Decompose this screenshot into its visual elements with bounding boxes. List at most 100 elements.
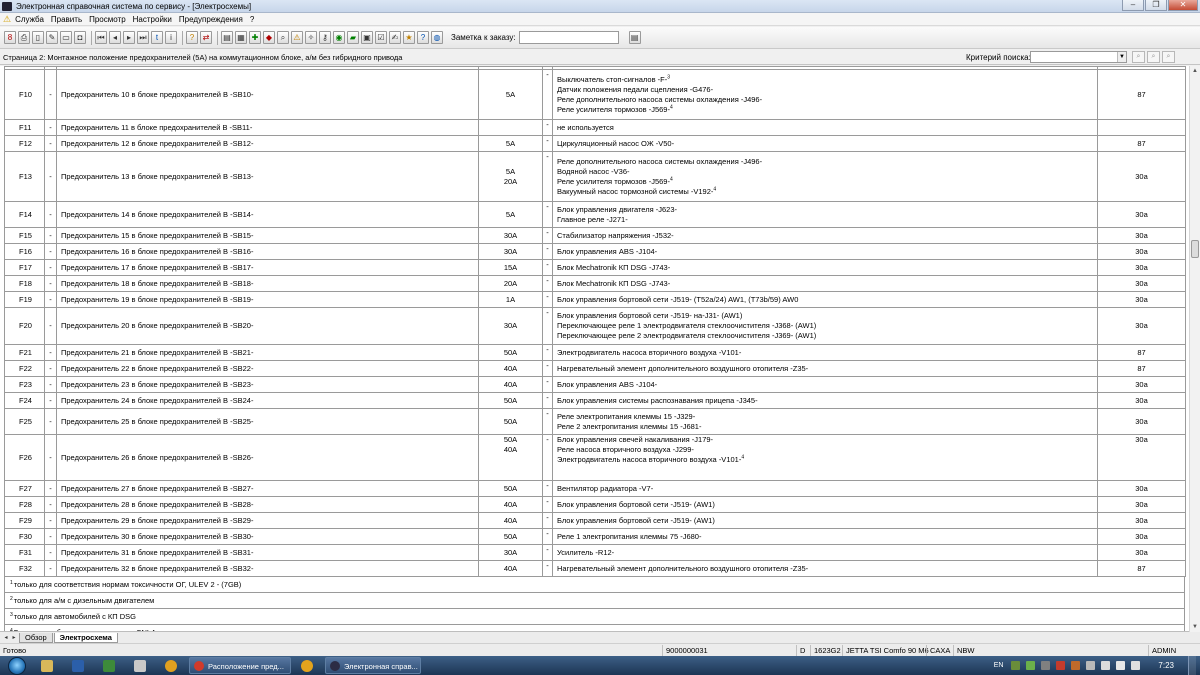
question-icon[interactable]: ? [417, 31, 429, 44]
car-icon[interactable]: ▭ [60, 31, 72, 44]
tray-app-icon[interactable] [1071, 661, 1081, 670]
calc-icon[interactable]: ▣ [361, 31, 373, 44]
book-icon[interactable]: ▤ [221, 31, 233, 44]
tab-wiring-diagram[interactable]: Электросхема [53, 633, 118, 643]
note-icon[interactable]: ✍ [389, 31, 401, 44]
game-icon[interactable] [158, 657, 184, 674]
tray-app-icon[interactable] [1041, 661, 1051, 670]
key-icon[interactable]: ⚷ [319, 31, 331, 44]
warning-icon: ⚠ [3, 13, 12, 24]
menu-help[interactable]: ? [250, 15, 254, 24]
dash-cell: - [44, 512, 57, 529]
tool-icon[interactable]: ✚ [249, 31, 261, 44]
order-note-input[interactable] [518, 31, 619, 44]
vertical-scrollbar[interactable]: ▲ ▼ [1189, 66, 1200, 632]
scrollbar-thumb[interactable] [1191, 240, 1199, 258]
search-forward-icon[interactable]: ⌕ [1162, 51, 1175, 63]
chrome-icon[interactable] [294, 657, 320, 674]
document-view[interactable]: F10- Предохранитель 10 в блоке предохрани… [0, 66, 1189, 632]
component-name: Реле 1 электропитания клеммы 75 -J680- [557, 531, 702, 541]
dash-cell: - [542, 344, 553, 361]
network-icon[interactable] [1116, 661, 1126, 670]
clock[interactable]: 7:23 [1158, 661, 1174, 670]
app-icon [194, 661, 204, 671]
task-electronic-reference[interactable]: Электронная справ... [325, 657, 421, 674]
search-criteria-select[interactable]: ▼ [1030, 51, 1127, 63]
refresh-icon[interactable]: ⇄ [200, 31, 212, 44]
grid-icon[interactable]: ▦ [235, 31, 247, 44]
wrench-icon[interactable]: ✧ [305, 31, 317, 44]
scroll-up-icon[interactable]: ▲ [1190, 66, 1200, 76]
fuse-description-cell: Предохранитель 16 в блоке предохранителе… [56, 243, 479, 260]
table-row: F23- Предохранитель 23 в блоке предохрани… [4, 376, 1186, 393]
nvidia-icon[interactable] [1026, 661, 1036, 670]
warning-icon[interactable]: ⚠ [291, 31, 303, 44]
menu-edit[interactable]: Править [51, 15, 82, 24]
eye-icon[interactable]: ◉ [333, 31, 345, 44]
volume-icon[interactable] [1131, 661, 1141, 670]
link-icon[interactable]: t [151, 31, 163, 44]
bag-icon[interactable]: 8 [4, 31, 16, 44]
last-icon[interactable]: ⏭ [137, 31, 149, 44]
dash-cell: - [44, 275, 57, 292]
dash-cell: - [542, 275, 553, 292]
globe-icon[interactable]: ◍ [431, 31, 443, 44]
menu-warnings[interactable]: Предупреждения [179, 15, 243, 24]
document-icon[interactable]: ▯ [32, 31, 44, 44]
info-icon[interactable]: i [165, 31, 177, 44]
vehicle-icon[interactable]: ◘ [74, 31, 86, 44]
word-icon[interactable] [65, 657, 91, 674]
checklist-icon[interactable]: ☑ [375, 31, 387, 44]
edit-icon[interactable]: ✎ [46, 31, 58, 44]
note-edit-icon[interactable]: ▤ [628, 31, 641, 44]
minimize-button[interactable]: – [1122, 0, 1144, 11]
task-fuse-location[interactable]: Расположение пред... [189, 657, 291, 674]
table-row: F19- Предохранитель 19 в блоке предохрани… [4, 291, 1186, 308]
search-icon[interactable]: ⌕ [1132, 51, 1145, 63]
component-name: Блок управления бортовой сети -J519- на-… [557, 311, 743, 320]
tray-app-icon[interactable] [1086, 661, 1096, 670]
component-name: Нагревательный элемент дополнительного в… [557, 563, 809, 573]
flag-icon[interactable] [1101, 661, 1111, 670]
dash-cell: - [44, 291, 57, 308]
dash-cell: - [44, 69, 57, 120]
fuse-rating: 40A [503, 499, 518, 509]
component-name: Нагревательный элемент дополнительного в… [557, 363, 809, 373]
tab-overview[interactable]: Обзор [19, 633, 53, 643]
menu-settings[interactable]: Настройки [133, 15, 172, 24]
next-icon[interactable]: ▸ [123, 31, 135, 44]
help-icon[interactable]: ? [186, 31, 198, 44]
menu-service[interactable]: Служба [15, 15, 44, 24]
show-desktop-button[interactable] [1188, 656, 1196, 675]
language-indicator[interactable]: EN [994, 662, 1004, 669]
tab-next-icon[interactable]: ▸ [10, 634, 18, 643]
start-button[interactable] [8, 656, 26, 675]
maximize-button[interactable]: ❐ [1145, 0, 1167, 11]
search-back-icon[interactable]: ⌕ [1147, 51, 1160, 63]
fuse-description-cell: Предохранитель 21 в блоке предохранителе… [56, 344, 479, 361]
badge-icon[interactable]: ★ [403, 31, 415, 44]
stop-icon[interactable]: ◆ [263, 31, 275, 44]
fuse-rating: 5A [505, 209, 516, 219]
pdf-icon[interactable] [1056, 661, 1066, 670]
close-button[interactable]: ✕ [1168, 0, 1198, 11]
media-icon[interactable] [96, 657, 122, 674]
tool-app-icon[interactable] [127, 657, 153, 674]
table-row: F11- Предохранитель 11 в блоке предохрани… [4, 119, 1186, 136]
tray-app-icon[interactable] [1011, 661, 1021, 670]
component-name: Реле 2 электропитания клеммы 15 -J681- [557, 421, 702, 431]
prev-icon[interactable]: ◂ [109, 31, 121, 44]
first-icon[interactable]: ⏮ [95, 31, 107, 44]
fuse-description-cell: Предохранитель 19 в блоке предохранителе… [56, 291, 479, 308]
truck-icon[interactable]: ▰ [347, 31, 359, 44]
scroll-down-icon[interactable]: ▼ [1190, 622, 1200, 632]
fuse-description-cell: Предохранитель 28 в блоке предохранителе… [56, 496, 479, 513]
dash-cell: - [44, 496, 57, 513]
dash-cell: - [542, 376, 553, 393]
search-icon[interactable]: ⌕ [277, 31, 289, 44]
menu-view[interactable]: Просмотр [89, 15, 126, 24]
terminal-cell: 30a [1097, 243, 1186, 260]
tab-prev-icon[interactable]: ◂ [2, 634, 10, 643]
print-icon[interactable]: ⎙ [18, 31, 30, 44]
explorer-icon[interactable] [34, 657, 60, 674]
